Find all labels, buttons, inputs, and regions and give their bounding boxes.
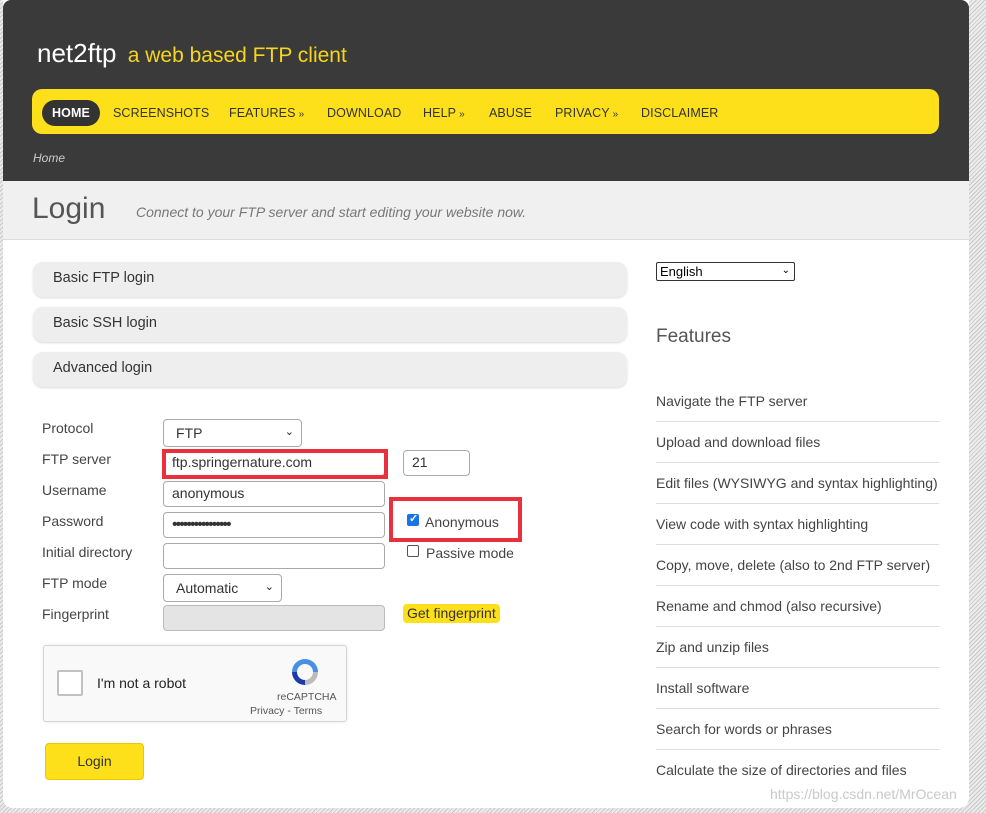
nav-home-label: HOME — [52, 106, 90, 120]
get-fingerprint-button[interactable]: Get fingerprint — [403, 604, 500, 623]
feature-item: View code with syntax highlighting — [656, 504, 939, 545]
feature-item: Zip and unzip files — [656, 627, 939, 668]
feature-text: Edit files (WYSIWYG and syntax highlight… — [656, 475, 938, 491]
recaptcha-widget: I'm not a robot reCAPTCHA Privacy - Term… — [43, 645, 347, 722]
ftp-mode-label: FTP mode — [42, 575, 108, 591]
username-value: anonymous — [172, 485, 245, 501]
password-label: Password — [42, 513, 104, 529]
accordion-label: Advanced login — [53, 360, 153, 376]
nav-download[interactable]: DOWNLOAD — [327, 100, 401, 126]
ftp-mode-select[interactable]: Automatic ⌄ — [163, 574, 282, 602]
site-logo[interactable]: net2ftp a web based FTP client — [37, 38, 347, 69]
nav-help[interactable]: HELP» — [423, 100, 465, 126]
port-input[interactable]: 21 — [403, 450, 470, 476]
accordion-basic-ssh[interactable]: Basic SSH login — [33, 307, 627, 342]
feature-item: Upload and download files — [656, 422, 939, 463]
nav-disclaimer[interactable]: DISCLAIMER — [641, 100, 718, 126]
passive-mode-label[interactable]: Passive mode — [426, 545, 514, 561]
recaptcha-label: I'm not a robot — [97, 675, 187, 691]
nav-help-label: HELP — [423, 106, 457, 120]
fingerprint-label: Fingerprint — [42, 606, 109, 622]
nav-privacy[interactable]: PRIVACY» — [555, 100, 618, 126]
features-heading: Features — [656, 326, 731, 347]
feature-item: Edit files (WYSIWYG and syntax highlight… — [656, 463, 939, 504]
site-header: net2ftp a web based FTP client HOME SCRE… — [3, 0, 969, 181]
protocol-value: FTP — [176, 425, 203, 441]
highlight-box-server — [162, 449, 388, 479]
username-label: Username — [42, 482, 107, 498]
chevron-right-icon: » — [298, 109, 305, 120]
recaptcha-privacy-link[interactable]: Privacy — [250, 705, 284, 717]
feature-text: Navigate the FTP server — [656, 393, 808, 409]
nav-screenshots[interactable]: SCREENSHOTS — [113, 100, 209, 126]
feature-item: Install software — [656, 668, 939, 709]
chevron-down-icon: ⌄ — [284, 426, 294, 438]
recaptcha-brand: reCAPTCHA — [277, 691, 337, 703]
nav-abuse-label: ABUSE — [489, 106, 532, 120]
feature-item: Navigate the FTP server — [656, 381, 939, 422]
feature-text: Calculate the size of directories and fi… — [656, 762, 907, 778]
accordion-basic-ftp[interactable]: Basic FTP login — [33, 262, 627, 297]
feature-item: Rename and chmod (also recursive) — [656, 586, 939, 627]
accordion-label: Basic SSH login — [53, 315, 157, 331]
breadcrumb[interactable]: Home — [33, 151, 65, 165]
feature-text: Install software — [656, 680, 750, 696]
passive-mode-checkbox[interactable] — [407, 545, 419, 557]
initial-directory-label: Initial directory — [42, 544, 133, 560]
accordion-advanced[interactable]: Advanced login — [33, 352, 627, 387]
nav-features[interactable]: FEATURES» — [229, 100, 304, 126]
nav-home[interactable]: HOME — [42, 100, 100, 126]
page: net2ftp a web based FTP client HOME SCRE… — [3, 0, 969, 808]
port-value: 21 — [412, 454, 428, 470]
brand-name: net2ftp — [37, 38, 117, 68]
nav-download-label: DOWNLOAD — [327, 106, 402, 120]
page-title: Login — [32, 192, 106, 225]
highlight-box-anonymous — [389, 497, 522, 542]
recaptcha-logo-icon — [292, 659, 318, 685]
chevron-down-icon: ⌄ — [264, 581, 274, 593]
nav-privacy-label: PRIVACY — [555, 106, 610, 120]
fingerprint-input — [163, 605, 385, 631]
nav-screenshots-label: SCREENSHOTS — [113, 106, 210, 120]
language-select[interactable]: English ⌄ — [656, 262, 795, 281]
initial-directory-input[interactable] — [163, 543, 385, 569]
feature-item: Calculate the size of directories and fi… — [656, 750, 939, 790]
feature-item: Search for words or phrases — [656, 709, 939, 750]
feature-text: Upload and download files — [656, 434, 821, 450]
chevron-right-icon: » — [612, 109, 619, 120]
chevron-right-icon: » — [459, 109, 465, 120]
watermark: https://blog.csdn.net/MrOcean — [770, 786, 957, 802]
recaptcha-terms-link[interactable]: Terms — [294, 705, 323, 717]
language-value: English — [660, 264, 703, 279]
protocol-select[interactable]: FTP ⌄ — [163, 419, 302, 447]
brand-tagline: a web based FTP client — [127, 44, 347, 67]
feature-text: View code with syntax highlighting — [656, 516, 869, 532]
feature-item: Copy, move, delete (also to 2nd FTP serv… — [656, 545, 939, 586]
password-value: •••••••••••••••• — [172, 516, 232, 533]
nav-disclaimer-label: DISCLAIMER — [641, 106, 719, 120]
feature-text: Zip and unzip files — [656, 639, 769, 655]
recaptcha-links: Privacy - Terms — [250, 705, 322, 717]
accordion-label: Basic FTP login — [53, 270, 155, 286]
password-input[interactable]: •••••••••••••••• — [163, 512, 385, 538]
login-button[interactable]: Login — [45, 743, 144, 780]
main-nav: HOME SCREENSHOTS FEATURES» DOWNLOAD HELP… — [32, 89, 939, 134]
username-input[interactable]: anonymous — [163, 481, 385, 507]
feature-text: Rename and chmod (also recursive) — [656, 598, 882, 614]
recaptcha-separator: - — [284, 705, 294, 717]
nav-features-label: FEATURES — [229, 106, 296, 120]
recaptcha-checkbox[interactable] — [57, 670, 83, 696]
protocol-label: Protocol — [42, 420, 94, 436]
feature-text: Search for words or phrases — [656, 721, 832, 737]
page-subtitle: Connect to your FTP server and start edi… — [136, 204, 527, 220]
ftp-server-label: FTP server — [42, 451, 111, 467]
ftp-mode-value: Automatic — [176, 580, 239, 596]
nav-abuse[interactable]: ABUSE — [489, 100, 532, 126]
chevron-down-icon: ⌄ — [781, 265, 790, 276]
feature-text: Copy, move, delete (also to 2nd FTP serv… — [656, 557, 931, 573]
